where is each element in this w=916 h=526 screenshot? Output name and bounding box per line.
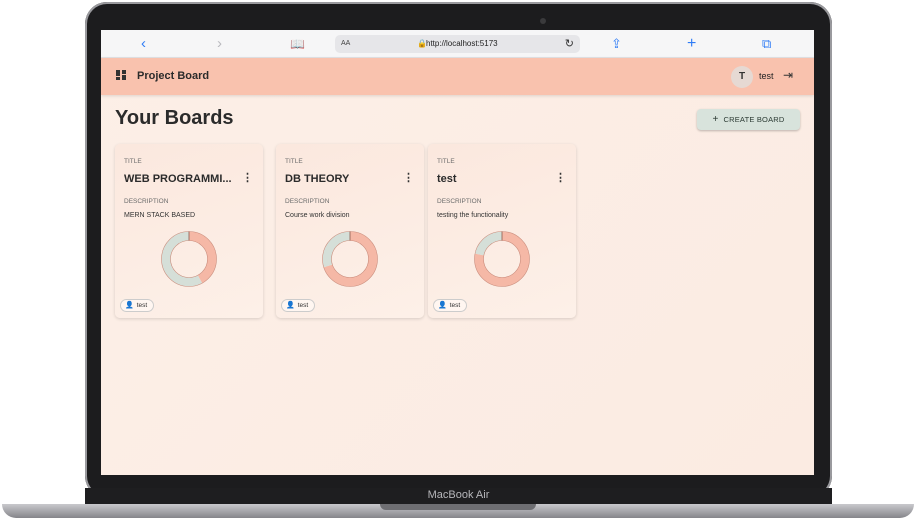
more-vert-icon[interactable]: ⋮	[403, 171, 414, 184]
more-vert-icon[interactable]: ⋮	[555, 171, 566, 184]
share-icon[interactable]: ⇪	[611, 35, 622, 53]
app-bar: Project Board T test ⇥	[101, 58, 814, 95]
title-label: TITLE	[437, 158, 455, 165]
board-description: testing the functionality	[437, 212, 509, 219]
description-label: DESCRIPTION	[437, 198, 482, 205]
laptop-frame: ‹ › 📖 AA 🔒 http://localhost:5173 ↻ ⇪ + ⧉…	[0, 0, 916, 526]
progress-donut	[161, 231, 217, 287]
donut-inner-edge	[483, 240, 521, 278]
board-card[interactable]: TITLE DB THEORY ⋮ DESCRIPTION Course wor…	[276, 144, 424, 318]
member-chip: 👤 test	[120, 299, 155, 312]
laptop-notch	[380, 504, 536, 510]
device-label: MacBook Air	[427, 489, 490, 501]
camera-icon	[540, 18, 546, 24]
create-board-label: CREATE BOARD	[723, 115, 785, 124]
donut-inner-edge	[331, 240, 369, 278]
progress-donut	[322, 231, 378, 287]
forward-icon[interactable]: ›	[217, 35, 222, 53]
description-label: DESCRIPTION	[124, 198, 169, 205]
progress-donut	[474, 231, 530, 287]
board-title: WEB PROGRAMMI...	[124, 173, 232, 185]
title-label: TITLE	[124, 158, 142, 165]
more-vert-icon[interactable]: ⋮	[242, 171, 253, 184]
person-icon: 👤	[125, 302, 134, 309]
board-card[interactable]: TITLE WEB PROGRAMMI... ⋮ DESCRIPTION MER…	[115, 144, 263, 318]
plus-icon: +	[712, 114, 719, 125]
text-size-button[interactable]: AA	[341, 40, 350, 47]
tabs-icon[interactable]: ⧉	[762, 35, 771, 53]
new-tab-icon[interactable]: +	[687, 35, 696, 53]
url-text: http://localhost:5173	[426, 39, 498, 48]
member-name: test	[297, 302, 309, 309]
board-description: Course work division	[285, 212, 350, 219]
dashboard-icon	[116, 70, 126, 80]
logout-icon[interactable]: ⇥	[783, 68, 793, 82]
app-title: Project Board	[137, 70, 210, 82]
board-title: test	[437, 173, 457, 185]
title-label: TITLE	[285, 158, 303, 165]
member-name: test	[449, 302, 461, 309]
screen: ‹ › 📖 AA 🔒 http://localhost:5173 ↻ ⇪ + ⧉…	[101, 30, 814, 475]
create-board-button[interactable]: + CREATE BOARD	[697, 109, 800, 130]
donut-inner-edge	[170, 240, 208, 278]
member-chip: 👤 test	[281, 299, 316, 312]
person-icon: 👤	[438, 302, 447, 309]
member-name: test	[136, 302, 148, 309]
address-bar[interactable]: AA 🔒 http://localhost:5173 ↻	[335, 35, 580, 53]
board-description: MERN STACK BASED	[124, 212, 196, 219]
browser-toolbar: ‹ › 📖 AA 🔒 http://localhost:5173 ↻ ⇪ + ⧉	[101, 30, 814, 58]
board-title: DB THEORY	[285, 173, 350, 185]
username: test	[759, 71, 774, 81]
member-chip: 👤 test	[433, 299, 468, 312]
description-label: DESCRIPTION	[285, 198, 330, 205]
board-card[interactable]: TITLE test ⋮ DESCRIPTION testing the fun…	[428, 144, 576, 318]
person-icon: 👤	[286, 302, 295, 309]
avatar[interactable]: T	[731, 66, 753, 88]
back-icon[interactable]: ‹	[141, 35, 146, 53]
page-title: Your Boards	[115, 107, 234, 129]
bookmarks-icon[interactable]: 📖	[290, 35, 305, 53]
reload-icon[interactable]: ↻	[565, 37, 574, 50]
